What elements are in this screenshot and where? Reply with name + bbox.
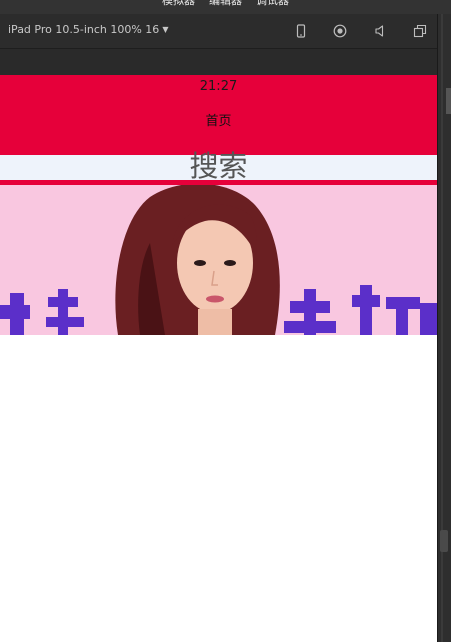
menu-item-debugger[interactable]: 调试器 [256,0,289,9]
menu-item-simulator[interactable]: 模拟器 [162,0,195,9]
panel-resize-handle[interactable] [446,88,451,114]
navigation-bar: 21:27 首页 [0,75,437,155]
device-select[interactable]: iPad Pro 10.5-inch 100% 16 ▼ [8,23,168,38]
banner-image[interactable] [0,185,437,335]
top-menu-bar: 模拟器 编辑器 调试器 [0,0,451,14]
menu-item-editor[interactable]: 编辑器 [209,0,242,9]
simulator-toolbar: iPad Pro 10.5-inch 100% 16 ▼ [0,14,437,49]
devtools-window: 模拟器 编辑器 调试器 iPad Pro 10.5-inch 100% 16▼ [0,0,451,642]
phone-icon[interactable] [294,24,308,38]
simulator-subbar [0,49,437,75]
device-select-label: iPad Pro 10.5-inch 100% 16 [8,23,160,36]
search-bar[interactable]: 搜索 [0,149,437,183]
record-icon[interactable] [333,24,347,38]
panel-scrollbar[interactable] [440,530,448,552]
simulator-screen: 21:27 首页 搜索 [0,75,437,642]
status-bar-time: 21:27 [199,79,238,94]
search-label: 搜索 [189,149,248,183]
chevron-down-icon: ▼ [162,25,169,34]
sound-icon[interactable] [373,24,387,38]
page-title: 首页 [205,114,232,129]
window-icon[interactable] [413,24,427,38]
